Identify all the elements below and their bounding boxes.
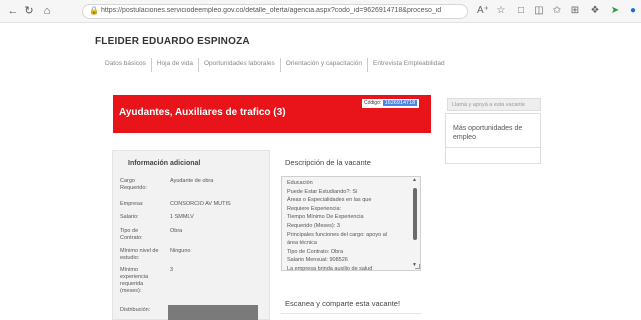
info-label-cargo: Cargo Requerido: bbox=[120, 178, 147, 191]
info-value-cargo: Ayudante de obra bbox=[170, 178, 214, 184]
more-opportunities-link[interactable]: Más oportunidades de empleo bbox=[453, 124, 533, 142]
read-aloud-icon[interactable]: A⁺ bbox=[477, 5, 489, 17]
description-line: Áreas o Especialidades en las que bbox=[287, 197, 372, 204]
back-icon[interactable]: ← bbox=[6, 4, 20, 18]
info-value-estudio: Ninguno bbox=[170, 248, 191, 254]
main-tabs: Datos básicos Hoja de vida Oportunidades… bbox=[100, 58, 450, 72]
code-label: Código: bbox=[364, 100, 382, 106]
extensions-icon[interactable]: ❖ bbox=[589, 5, 601, 17]
description-line: área técnica bbox=[287, 240, 317, 247]
info-label-contrato: Tipo de Contrato: bbox=[120, 228, 143, 241]
info-value-empresa: CONSORCIO AV MUTIS bbox=[170, 201, 231, 207]
refresh-icon[interactable]: ↻ bbox=[22, 4, 36, 18]
description-line: Salario Mensual: 908526 bbox=[287, 257, 348, 264]
tab-oportunidades[interactable]: Oportunidades laborales bbox=[199, 58, 281, 72]
code-value: 1626914718 bbox=[382, 100, 418, 106]
copilot-icon[interactable]: ● bbox=[627, 5, 639, 17]
info-label-estudio: Mínimo nivel de estudio: bbox=[120, 248, 159, 261]
info-value-experiencia: 3 bbox=[170, 267, 174, 273]
collections-icon[interactable]: ⊞ bbox=[569, 5, 581, 17]
favorite-icon[interactable]: ☆ bbox=[495, 5, 507, 17]
info-value-contrato: Obra bbox=[170, 228, 183, 234]
info-value-distribucion bbox=[168, 305, 258, 320]
info-label-distribucion: Distribución: bbox=[120, 307, 151, 313]
description-line: Puede Estar Estudiando?: Si bbox=[287, 188, 358, 195]
vacancy-title: Ayudantes, Auxiliares de trafico (3) bbox=[119, 107, 286, 118]
home-icon[interactable]: ⌂ bbox=[40, 4, 54, 18]
sync-icon[interactable]: ➤ bbox=[609, 5, 621, 17]
description-line: La empresa brinda auxilio de salud bbox=[287, 265, 373, 272]
resize-grip-icon[interactable] bbox=[415, 264, 420, 269]
address-bar[interactable]: 🔒 https://postulaciones.serviciodeempleo… bbox=[82, 4, 468, 19]
lock-icon: 🔒 bbox=[89, 6, 99, 15]
tab-hoja-de-vida[interactable]: Hoja de vida bbox=[152, 58, 199, 72]
description-line: Tipo de Contrato: Obra bbox=[287, 248, 344, 255]
description-line: Educación bbox=[287, 180, 313, 186]
description-title: Descripción de la vacante bbox=[285, 158, 371, 167]
share-title: Escanea y comparte esta vacante! bbox=[285, 299, 401, 308]
tab-orientacion[interactable]: Orientación y capacitación bbox=[281, 58, 369, 72]
description-line: Principales funciones del cargo: apoyo a… bbox=[287, 231, 387, 238]
info-value-salario: 1 SMMLV bbox=[170, 214, 194, 220]
favorites-bar-icon[interactable]: ✩ bbox=[551, 5, 563, 17]
info-label-empresa: Empresa: bbox=[120, 201, 144, 207]
vacancy-code: Código: 1626914718 bbox=[362, 99, 420, 108]
description-line: Tiempo Mínimo De Experiencia bbox=[287, 214, 364, 221]
tabs-icon[interactable]: ◫ bbox=[533, 5, 545, 17]
split-screen-icon[interactable]: □ bbox=[515, 5, 527, 17]
share-divider bbox=[281, 313, 421, 314]
scroll-thumb[interactable] bbox=[413, 188, 417, 240]
sidebar-divider bbox=[445, 147, 541, 148]
scroll-up-icon[interactable]: ▲ bbox=[412, 177, 417, 183]
sidebar-heading: Llamá y apoyá a esta vacante bbox=[447, 98, 541, 111]
description-line: Requerido (Meses): 3 bbox=[287, 222, 340, 229]
description-text: Educación Puede Estar Estudiando?: Si Ár… bbox=[287, 179, 407, 274]
description-line: Requiere Experiencia: bbox=[287, 205, 342, 212]
info-title: Información adicional bbox=[128, 160, 201, 167]
url-text: https://postulaciones.serviciodeempleo.g… bbox=[101, 7, 441, 14]
user-name: FLEIDER EDUARDO ESPINOZA bbox=[95, 36, 250, 47]
info-label-experiencia: Mínimo experiencia requerida (meses): bbox=[120, 267, 149, 294]
info-label-salario: Salario: bbox=[120, 214, 139, 220]
tab-entrevista[interactable]: Entrevista Empleabilidad bbox=[368, 58, 450, 72]
tab-datos-basicos[interactable]: Datos básicos bbox=[100, 58, 152, 72]
